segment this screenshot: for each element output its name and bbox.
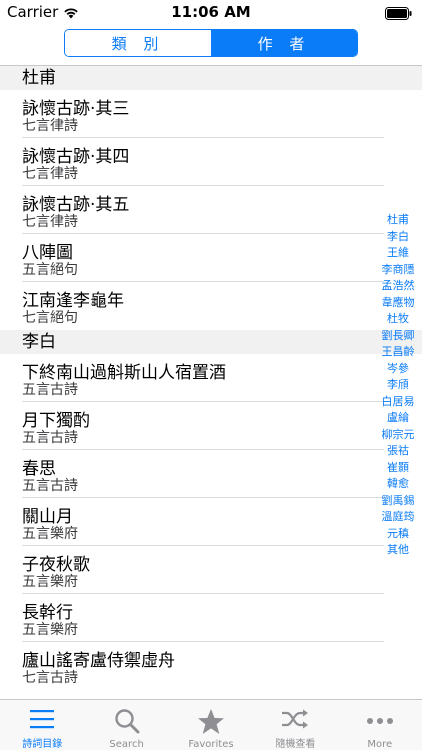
index-item[interactable]: 劉長卿: [382, 328, 415, 345]
tab-favorites[interactable]: Favorites: [169, 700, 253, 750]
poem-form: 五言古詩: [22, 382, 78, 398]
segmented-control: 類 別 作 者: [64, 29, 358, 57]
list-icon: [27, 706, 57, 732]
poem-form: 七言律詩: [22, 214, 78, 230]
index-item[interactable]: 柳宗元: [382, 427, 415, 444]
poem-form: 七言古詩: [22, 670, 78, 686]
section-header-libai: 李白: [0, 330, 422, 354]
section-index[interactable]: 杜甫 李白 王維 李商隱 孟浩然 韋應物 杜牧 劉長卿 王昌齡 岑參 李頎 白居…: [378, 212, 418, 559]
index-item[interactable]: 孟浩然: [382, 278, 415, 295]
poem-form: 五言樂府: [22, 574, 78, 590]
index-item[interactable]: 溫庭筠: [382, 509, 415, 526]
tab-random[interactable]: 隨機查看: [253, 700, 337, 750]
shuffle-icon: [280, 706, 310, 732]
poem-form: 五言絕句: [22, 262, 78, 278]
index-item[interactable]: 李白: [387, 229, 409, 246]
list-item[interactable]: 月下獨酌 五言古詩: [0, 402, 422, 450]
index-item[interactable]: 其他: [387, 542, 409, 559]
index-item[interactable]: 王昌齡: [382, 344, 415, 361]
poem-form: 七言律詩: [22, 118, 78, 134]
more-icon: [365, 706, 395, 736]
list-item[interactable]: 下終南山過斛斯山人宿置酒 五言古詩: [0, 354, 422, 402]
poem-form: 五言樂府: [22, 526, 78, 542]
tab-poem-catalog[interactable]: 詩詞目錄: [0, 700, 84, 750]
index-item[interactable]: 劉禹錫: [382, 493, 415, 510]
tab-label: 隨機查看: [275, 739, 316, 750]
poem-form: 五言樂府: [22, 622, 78, 638]
tab-more[interactable]: More: [338, 700, 422, 750]
poem-form: 七言絕句: [22, 310, 78, 326]
list-item[interactable]: 詠懷古跡·其五 七言律詩: [0, 186, 422, 234]
list-item[interactable]: 長幹行 五言樂府: [0, 594, 422, 642]
status-bar: Carrier 11:06 AM: [0, 0, 422, 24]
list-item[interactable]: 廬山謠寄盧侍禦虛舟 七言古詩: [0, 642, 422, 690]
tab-bar: 詩詞目錄 Search Favorites 隨機查看 More: [0, 699, 422, 750]
index-item[interactable]: 張祜: [387, 443, 409, 460]
index-item[interactable]: 韋應物: [382, 295, 415, 312]
tab-label: More: [367, 739, 393, 750]
list-item[interactable]: 春思 五言古詩: [0, 450, 422, 498]
index-item[interactable]: 岑參: [387, 361, 409, 378]
list-item[interactable]: 關山月 五言樂府: [0, 498, 422, 546]
tab-label: Favorites: [188, 739, 234, 750]
poem-form: 五言古詩: [22, 478, 78, 494]
tab-label: 詩詞目錄: [22, 739, 63, 750]
index-item[interactable]: 白居易: [382, 394, 415, 411]
poem-form: 七言律詩: [22, 166, 78, 182]
index-item[interactable]: 李頎: [387, 377, 409, 394]
index-item[interactable]: 崔顥: [387, 460, 409, 477]
status-time: 11:06 AM: [171, 3, 251, 21]
index-item[interactable]: 王維: [387, 245, 409, 262]
poem-form: 五言古詩: [22, 430, 78, 446]
list-item[interactable]: 江南逢李龜年 七言絕句: [0, 282, 422, 330]
star-icon: [196, 706, 226, 736]
tab-label: Search: [109, 739, 144, 750]
index-item[interactable]: 杜甫: [387, 212, 409, 229]
search-icon: [112, 706, 142, 736]
list-item[interactable]: 八陣圖 五言絕句: [0, 234, 422, 282]
segment-author[interactable]: 作 者: [211, 30, 357, 56]
section-header-dufu: 杜甫: [0, 66, 422, 90]
index-item[interactable]: 杜牧: [387, 311, 409, 328]
index-item[interactable]: 盧綸: [387, 410, 409, 427]
index-item[interactable]: 元稹: [387, 526, 409, 543]
index-item[interactable]: 韓愈: [387, 476, 409, 493]
battery-icon: [385, 5, 412, 24]
tab-search[interactable]: Search: [84, 700, 168, 750]
list-item[interactable]: 詠懷古跡·其四 七言律詩: [0, 138, 422, 186]
list-item[interactable]: 詠懷古跡·其三 七言律詩: [0, 90, 422, 138]
poem-list[interactable]: 杜甫 詠懷古跡·其三 七言律詩 詠懷古跡·其四 七言律詩 詠懷古跡·其五 七言律…: [0, 66, 422, 690]
list-item[interactable]: 子夜秋歌 五言樂府: [0, 546, 422, 594]
index-item[interactable]: 李商隱: [382, 262, 415, 279]
segment-category[interactable]: 類 別: [65, 30, 211, 56]
